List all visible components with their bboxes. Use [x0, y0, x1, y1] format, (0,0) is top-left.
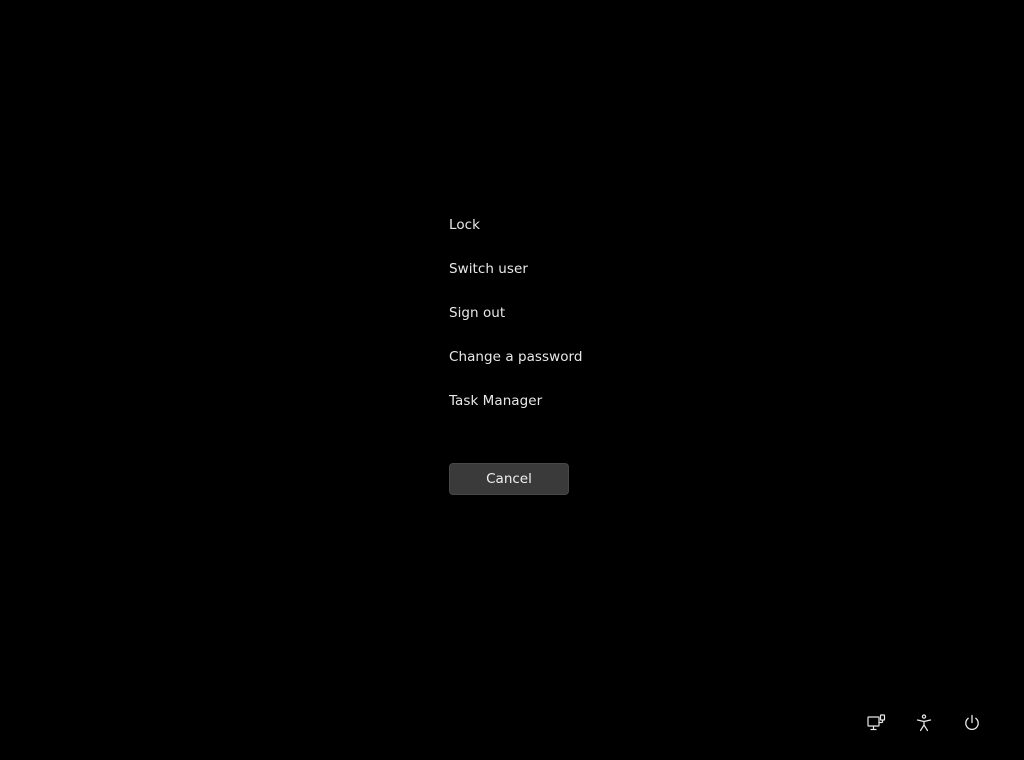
accessibility-icon: [916, 714, 932, 732]
power-button[interactable]: [958, 709, 986, 737]
change-password-option[interactable]: Change a password: [449, 346, 649, 368]
network-button[interactable]: [862, 709, 890, 737]
cancel-button[interactable]: Cancel: [449, 463, 569, 495]
task-manager-option[interactable]: Task Manager: [449, 390, 649, 412]
network-icon: [867, 714, 886, 731]
accessibility-button[interactable]: [910, 709, 938, 737]
sign-out-option[interactable]: Sign out: [449, 302, 649, 324]
security-options-menu: Lock Switch user Sign out Change a passw…: [449, 214, 649, 434]
power-icon: [965, 714, 979, 730]
switch-user-option[interactable]: Switch user: [449, 258, 649, 280]
system-tray: [862, 709, 992, 737]
lock-option[interactable]: Lock: [449, 214, 649, 236]
security-options-screen: Lock Switch user Sign out Change a passw…: [0, 0, 1024, 760]
